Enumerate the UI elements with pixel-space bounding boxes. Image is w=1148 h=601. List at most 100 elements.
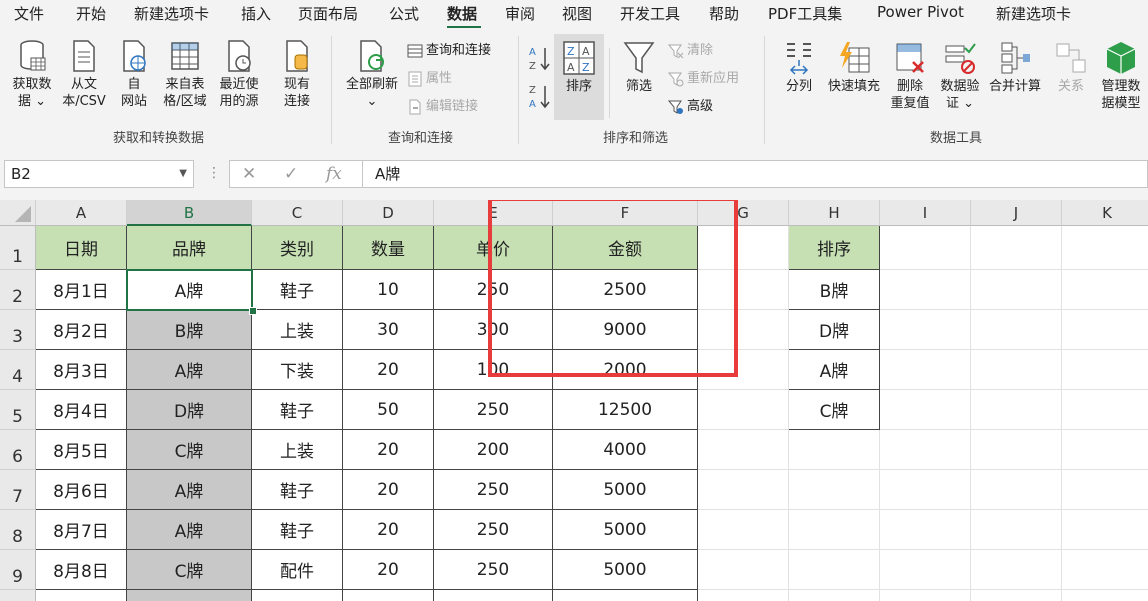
cell-i1[interactable] <box>880 226 971 270</box>
data-validation-button[interactable]: 数据验 证 ⌄ <box>936 40 984 112</box>
cell-c10[interactable] <box>252 590 343 601</box>
table-cell-c6[interactable]: 上装 <box>252 430 343 470</box>
tab-developer[interactable]: 开发工具 <box>620 3 680 24</box>
table-cell-d5[interactable]: 50 <box>343 390 434 430</box>
cell-g7[interactable] <box>698 470 789 510</box>
sort-list-header[interactable]: 排序 <box>789 226 880 270</box>
select-all-corner[interactable] <box>0 200 36 226</box>
table-cell-f7[interactable]: 5000 <box>553 470 698 510</box>
cell-h9[interactable] <box>789 550 880 590</box>
cell-j4[interactable] <box>971 350 1062 390</box>
tab-pdf-tools[interactable]: PDF工具集 <box>768 3 842 24</box>
sort-list-item[interactable]: D牌 <box>789 310 880 350</box>
remove-duplicates-button[interactable]: 删除 重复值 <box>888 40 932 112</box>
tab-home[interactable]: 开始 <box>76 3 106 24</box>
confirm-icon[interactable]: ✓ <box>284 164 298 184</box>
manage-data-model-button[interactable]: 管理数 据模型 <box>1094 40 1148 112</box>
cell-i2[interactable] <box>880 270 971 310</box>
cell-j1[interactable] <box>971 226 1062 270</box>
tab-help[interactable]: 帮助 <box>709 3 739 24</box>
cancel-icon[interactable]: ✕ <box>242 164 256 184</box>
table-cell-b4[interactable]: A牌 <box>127 350 252 390</box>
column-header-i[interactable]: I <box>880 200 971 226</box>
table-cell-e6[interactable]: 200 <box>434 430 553 470</box>
sort-list-item[interactable]: B牌 <box>789 270 880 310</box>
cell-k2[interactable] <box>1062 270 1148 310</box>
column-header-j[interactable]: J <box>971 200 1062 226</box>
cell-k9[interactable] <box>1062 550 1148 590</box>
cell-g9[interactable] <box>698 550 789 590</box>
cell-b10[interactable] <box>127 590 252 601</box>
cell-h8[interactable] <box>789 510 880 550</box>
cell-j9[interactable] <box>971 550 1062 590</box>
table-header-b[interactable]: 品牌 <box>127 226 252 270</box>
row-header-5[interactable]: 5 <box>0 390 36 430</box>
table-cell-f9[interactable]: 5000 <box>553 550 698 590</box>
sort-list-item[interactable]: A牌 <box>789 350 880 390</box>
table-cell-b2[interactable]: A牌 <box>127 270 252 310</box>
get-data-button[interactable]: 获取数 据 ⌄ <box>6 38 58 110</box>
row-header-1[interactable]: 1 <box>0 226 36 270</box>
table-cell-a8[interactable]: 8月7日 <box>36 510 127 550</box>
row-header-7[interactable]: 7 <box>0 470 36 510</box>
clear-filter-button[interactable]: 清除 <box>667 41 713 61</box>
column-header-c[interactable]: C <box>252 200 343 226</box>
text-to-columns-button[interactable]: 分列 <box>779 40 819 95</box>
tab-power-pivot[interactable]: Power Pivot <box>877 3 964 21</box>
from-text-csv-button[interactable]: 从文 本/CSV <box>58 38 110 110</box>
table-cell-c5[interactable]: 鞋子 <box>252 390 343 430</box>
table-cell-a9[interactable]: 8月8日 <box>36 550 127 590</box>
table-cell-c8[interactable]: 鞋子 <box>252 510 343 550</box>
row-header-8[interactable]: 8 <box>0 510 36 550</box>
reapply-button[interactable]: 重新应用 <box>667 69 739 89</box>
table-cell-c3[interactable]: 上装 <box>252 310 343 350</box>
cell-i7[interactable] <box>880 470 971 510</box>
table-cell-a7[interactable]: 8月6日 <box>36 470 127 510</box>
column-header-b[interactable]: B <box>127 200 252 226</box>
tab-new-1[interactable]: 新建选项卡 <box>134 3 209 24</box>
table-cell-c7[interactable]: 鞋子 <box>252 470 343 510</box>
cell-j7[interactable] <box>971 470 1062 510</box>
cell-h7[interactable] <box>789 470 880 510</box>
cell-g6[interactable] <box>698 430 789 470</box>
column-header-k[interactable]: K <box>1062 200 1148 226</box>
table-cell-b8[interactable]: A牌 <box>127 510 252 550</box>
existing-connections-button[interactable]: 现有 连接 <box>272 38 322 110</box>
table-cell-f8[interactable]: 5000 <box>553 510 698 550</box>
consolidate-button[interactable]: 合并计算 <box>986 40 1044 95</box>
cell-i9[interactable] <box>880 550 971 590</box>
table-cell-b3[interactable]: B牌 <box>127 310 252 350</box>
table-cell-e8[interactable]: 250 <box>434 510 553 550</box>
table-header-c[interactable]: 类别 <box>252 226 343 270</box>
table-cell-e7[interactable]: 250 <box>434 470 553 510</box>
table-cell-d2[interactable]: 10 <box>343 270 434 310</box>
table-cell-b5[interactable]: D牌 <box>127 390 252 430</box>
column-header-h[interactable]: H <box>789 200 880 226</box>
cell-g10[interactable] <box>698 590 789 601</box>
cell-a10[interactable] <box>36 590 127 601</box>
cell-j8[interactable] <box>971 510 1062 550</box>
advanced-filter-button[interactable]: 高级 <box>667 97 713 117</box>
sort-descending-button[interactable]: ZA <box>528 82 552 114</box>
table-cell-d7[interactable]: 20 <box>343 470 434 510</box>
table-cell-a3[interactable]: 8月2日 <box>36 310 127 350</box>
row-header-10[interactable] <box>0 590 36 601</box>
table-cell-f5[interactable]: 12500 <box>553 390 698 430</box>
table-cell-e9[interactable]: 250 <box>434 550 553 590</box>
recent-sources-button[interactable]: 最近使 用的源 <box>212 38 266 110</box>
table-cell-a5[interactable]: 8月4日 <box>36 390 127 430</box>
column-header-a[interactable]: A <box>36 200 127 226</box>
cell-j6[interactable] <box>971 430 1062 470</box>
cell-k5[interactable] <box>1062 390 1148 430</box>
fill-handle[interactable] <box>249 307 257 315</box>
relationships-button[interactable]: 关系 <box>1050 40 1092 95</box>
refresh-all-button[interactable]: 全部刷新 ⌄ <box>342 38 402 110</box>
chevron-down-icon[interactable]: ▼ <box>179 161 187 187</box>
cell-e10[interactable] <box>434 590 553 601</box>
column-header-d[interactable]: D <box>343 200 434 226</box>
tab-new-2[interactable]: 新建选项卡 <box>996 3 1071 24</box>
cell-k1[interactable] <box>1062 226 1148 270</box>
cell-g8[interactable] <box>698 510 789 550</box>
table-cell-b9[interactable]: C牌 <box>127 550 252 590</box>
table-cell-b6[interactable]: C牌 <box>127 430 252 470</box>
